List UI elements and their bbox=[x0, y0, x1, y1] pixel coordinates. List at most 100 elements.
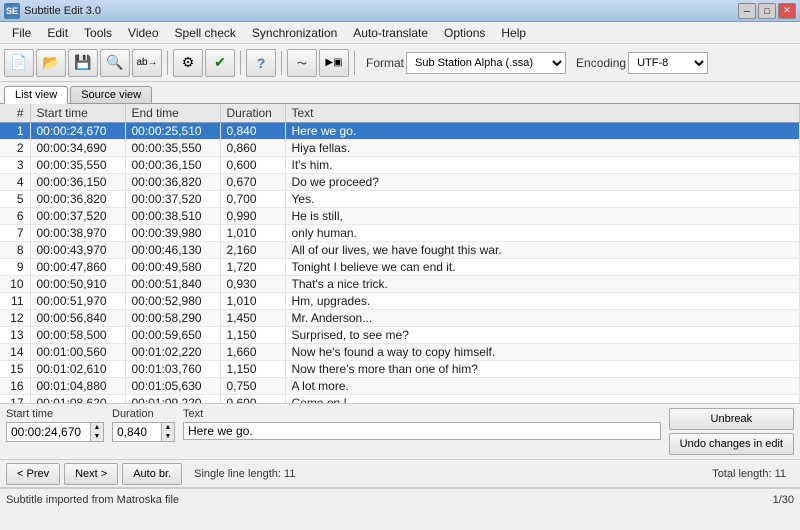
minimize-button[interactable]: ─ bbox=[738, 3, 756, 19]
tab-list-view[interactable]: List view bbox=[4, 86, 68, 104]
table-row[interactable]: 4 00:00:36,150 00:00:36,820 0,670 Do we … bbox=[0, 174, 800, 191]
table-row[interactable]: 5 00:00:36,820 00:00:37,520 0,700 Yes. bbox=[0, 191, 800, 208]
table-row[interactable]: 10 00:00:50,910 00:00:51,840 0,930 That'… bbox=[0, 276, 800, 293]
toolbar: 📄 📂 💾 🔍 ab→ ⚙ ✔ ? 〜 ▶▣ Format Sub Statio… bbox=[0, 44, 800, 82]
menu-spellcheck[interactable]: Spell check bbox=[167, 24, 244, 42]
menu-options[interactable]: Options bbox=[436, 24, 493, 42]
cell-text: That's a nice trick. bbox=[285, 276, 800, 293]
cell-duration: 1,150 bbox=[220, 361, 285, 378]
undo-changes-button[interactable]: Undo changes in edit bbox=[669, 433, 794, 455]
cell-end: 00:00:46,130 bbox=[125, 242, 220, 259]
text-label: Text bbox=[183, 408, 661, 420]
cell-text: Tonight I believe we can end it. bbox=[285, 259, 800, 276]
table-row[interactable]: 16 00:01:04,880 00:01:05,630 0,750 A lot… bbox=[0, 378, 800, 395]
table-row[interactable]: 1 00:00:24,670 00:00:25,510 0,840 Here w… bbox=[0, 123, 800, 140]
open-button[interactable]: 📂 bbox=[36, 49, 66, 77]
table-row[interactable]: 6 00:00:37,520 00:00:38,510 0,990 He is … bbox=[0, 208, 800, 225]
table-row[interactable]: 17 00:01:08,620 00:01:09,220 0,600 Come … bbox=[0, 395, 800, 405]
table-row[interactable]: 2 00:00:34,690 00:00:35,550 0,860 Hiya f… bbox=[0, 140, 800, 157]
duration-input-wrapper: ▲ ▼ bbox=[112, 422, 175, 442]
cell-end: 00:00:59,650 bbox=[125, 327, 220, 344]
cell-num: 10 bbox=[0, 276, 30, 293]
cell-text: Mr. Anderson... bbox=[285, 310, 800, 327]
subtitle-table: # Start time End time Duration Text 1 00… bbox=[0, 104, 800, 404]
cell-num: 5 bbox=[0, 191, 30, 208]
table-row[interactable]: 8 00:00:43,970 00:00:46,130 2,160 All of… bbox=[0, 242, 800, 259]
duration-down[interactable]: ▼ bbox=[162, 432, 174, 441]
close-button[interactable]: ✕ bbox=[778, 3, 796, 19]
format-select[interactable]: Sub Station Alpha (.ssa) bbox=[406, 52, 566, 74]
cell-num: 11 bbox=[0, 293, 30, 310]
new-button[interactable]: 📄 bbox=[4, 49, 34, 77]
prev-button[interactable]: < Prev bbox=[6, 463, 60, 485]
cell-duration: 1,150 bbox=[220, 327, 285, 344]
duration-input[interactable] bbox=[112, 422, 162, 442]
table-row[interactable]: 13 00:00:58,500 00:00:59,650 1,150 Surpr… bbox=[0, 327, 800, 344]
help-icon-button[interactable]: ? bbox=[246, 49, 276, 77]
cell-num: 16 bbox=[0, 378, 30, 395]
cell-start: 00:00:24,670 bbox=[30, 123, 125, 140]
menu-tools[interactable]: Tools bbox=[76, 24, 120, 42]
replace-button[interactable]: ab→ bbox=[132, 49, 162, 77]
cell-duration: 2,160 bbox=[220, 242, 285, 259]
cell-duration: 0,600 bbox=[220, 395, 285, 405]
duration-spinner[interactable]: ▲ ▼ bbox=[162, 422, 175, 442]
start-time-spinner[interactable]: ▲ ▼ bbox=[91, 422, 104, 442]
cell-text: Here we go. bbox=[285, 123, 800, 140]
table-row[interactable]: 7 00:00:38,970 00:00:39,980 1,010 only h… bbox=[0, 225, 800, 242]
find-button[interactable]: 🔍 bbox=[100, 49, 130, 77]
table-row[interactable]: 9 00:00:47,860 00:00:49,580 1,720 Tonigh… bbox=[0, 259, 800, 276]
cell-duration: 0,670 bbox=[220, 174, 285, 191]
table-row[interactable]: 12 00:00:56,840 00:00:58,290 1,450 Mr. A… bbox=[0, 310, 800, 327]
menu-video[interactable]: Video bbox=[120, 24, 166, 42]
cell-end: 00:00:58,290 bbox=[125, 310, 220, 327]
menu-autotranslate[interactable]: Auto-translate bbox=[345, 24, 436, 42]
status-bar: Subtitle imported from Matroska file 1/3… bbox=[0, 488, 800, 510]
save-button[interactable]: 💾 bbox=[68, 49, 98, 77]
next-button[interactable]: Next > bbox=[64, 463, 118, 485]
menu-edit[interactable]: Edit bbox=[39, 24, 76, 42]
cell-text: Do we proceed? bbox=[285, 174, 800, 191]
page-info: 1/30 bbox=[773, 494, 794, 506]
start-time-input[interactable] bbox=[6, 422, 91, 442]
cell-num: 12 bbox=[0, 310, 30, 327]
cell-end: 00:00:25,510 bbox=[125, 123, 220, 140]
tab-source-view[interactable]: Source view bbox=[70, 86, 152, 103]
cell-end: 00:01:09,220 bbox=[125, 395, 220, 405]
maximize-button[interactable]: □ bbox=[758, 3, 776, 19]
cell-duration: 1,720 bbox=[220, 259, 285, 276]
app-icon: SE bbox=[4, 3, 20, 19]
menu-file[interactable]: File bbox=[4, 24, 39, 42]
start-time-up[interactable]: ▲ bbox=[91, 423, 103, 432]
cell-num: 13 bbox=[0, 327, 30, 344]
video-button[interactable]: ▶▣ bbox=[319, 49, 349, 77]
cell-duration: 1,450 bbox=[220, 310, 285, 327]
table-row[interactable]: 14 00:01:00,560 00:01:02,220 1,660 Now h… bbox=[0, 344, 800, 361]
table-row[interactable]: 11 00:00:51,970 00:00:52,980 1,010 Hm, u… bbox=[0, 293, 800, 310]
start-time-input-wrapper: ▲ ▼ bbox=[6, 422, 104, 442]
col-header-text: Text bbox=[285, 104, 800, 123]
col-header-end: End time bbox=[125, 104, 220, 123]
duration-up[interactable]: ▲ bbox=[162, 423, 174, 432]
cell-duration: 1,010 bbox=[220, 225, 285, 242]
format-label: Format bbox=[366, 56, 404, 70]
cell-end: 00:01:02,220 bbox=[125, 344, 220, 361]
settings-button[interactable]: ⚙ bbox=[173, 49, 203, 77]
duration-group: Duration ▲ ▼ bbox=[112, 408, 175, 442]
start-time-down[interactable]: ▼ bbox=[91, 432, 103, 441]
auto-br-button[interactable]: Auto br. bbox=[122, 463, 182, 485]
check-button[interactable]: ✔ bbox=[205, 49, 235, 77]
cell-duration: 0,700 bbox=[220, 191, 285, 208]
table-row[interactable]: 15 00:01:02,610 00:01:03,760 1,150 Now t… bbox=[0, 361, 800, 378]
text-edit-input[interactable] bbox=[183, 422, 661, 440]
waveform-button[interactable]: 〜 bbox=[287, 49, 317, 77]
encoding-select[interactable]: UTF-8 bbox=[628, 52, 708, 74]
table-row[interactable]: 3 00:00:35,550 00:00:36,150 0,600 It's h… bbox=[0, 157, 800, 174]
toolbar-separator-3 bbox=[281, 51, 282, 75]
single-line-length: Single line length: 11 bbox=[194, 468, 295, 480]
unbreak-button[interactable]: Unbreak bbox=[669, 408, 794, 430]
menu-help[interactable]: Help bbox=[493, 24, 534, 42]
menu-synchronization[interactable]: Synchronization bbox=[244, 24, 345, 42]
cell-end: 00:01:03,760 bbox=[125, 361, 220, 378]
window-title: Subtitle Edit 3.0 bbox=[24, 5, 738, 17]
